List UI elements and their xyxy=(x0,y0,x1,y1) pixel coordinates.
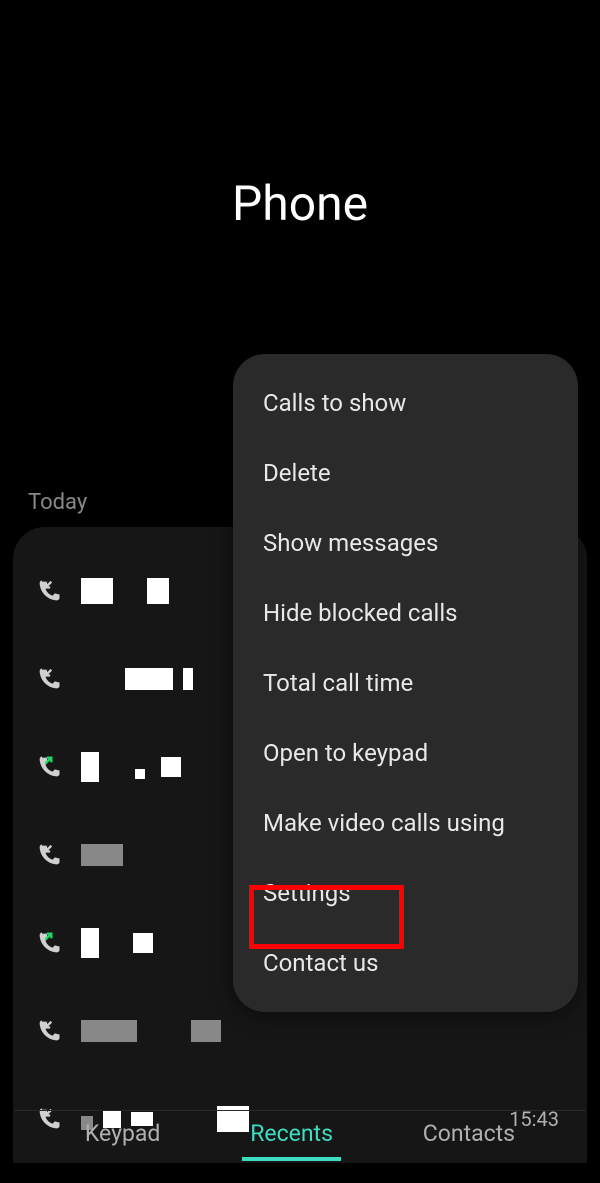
outgoing-call-icon xyxy=(35,929,63,957)
menu-item-delete[interactable]: Delete xyxy=(233,438,578,508)
menu-item-video-calls[interactable]: Make video calls using xyxy=(233,788,578,858)
menu-item-contact-us[interactable]: Contact us xyxy=(233,928,578,998)
context-menu: Calls to show Delete Show messages Hide … xyxy=(233,354,578,1012)
menu-item-show-messages[interactable]: Show messages xyxy=(233,508,578,578)
menu-item-hide-blocked[interactable]: Hide blocked calls xyxy=(233,578,578,648)
menu-item-total-call-time[interactable]: Total call time xyxy=(233,648,578,718)
page-title: Phone xyxy=(0,0,600,232)
bottom-nav: Keypad Recents Contacts xyxy=(0,1106,600,1161)
menu-item-calls-to-show[interactable]: Calls to show xyxy=(233,368,578,438)
incoming-call-icon xyxy=(35,665,63,693)
incoming-call-icon xyxy=(35,577,63,605)
menu-item-settings[interactable]: Settings xyxy=(233,858,578,928)
incoming-call-icon xyxy=(35,841,63,869)
redacted-caller xyxy=(81,1020,565,1042)
nav-contacts[interactable]: Contacts xyxy=(415,1106,523,1161)
outgoing-call-icon xyxy=(35,753,63,781)
incoming-call-icon xyxy=(35,1017,63,1045)
nav-keypad[interactable]: Keypad xyxy=(77,1106,168,1161)
menu-item-open-keypad[interactable]: Open to keypad xyxy=(233,718,578,788)
nav-recents[interactable]: Recents xyxy=(242,1106,341,1161)
